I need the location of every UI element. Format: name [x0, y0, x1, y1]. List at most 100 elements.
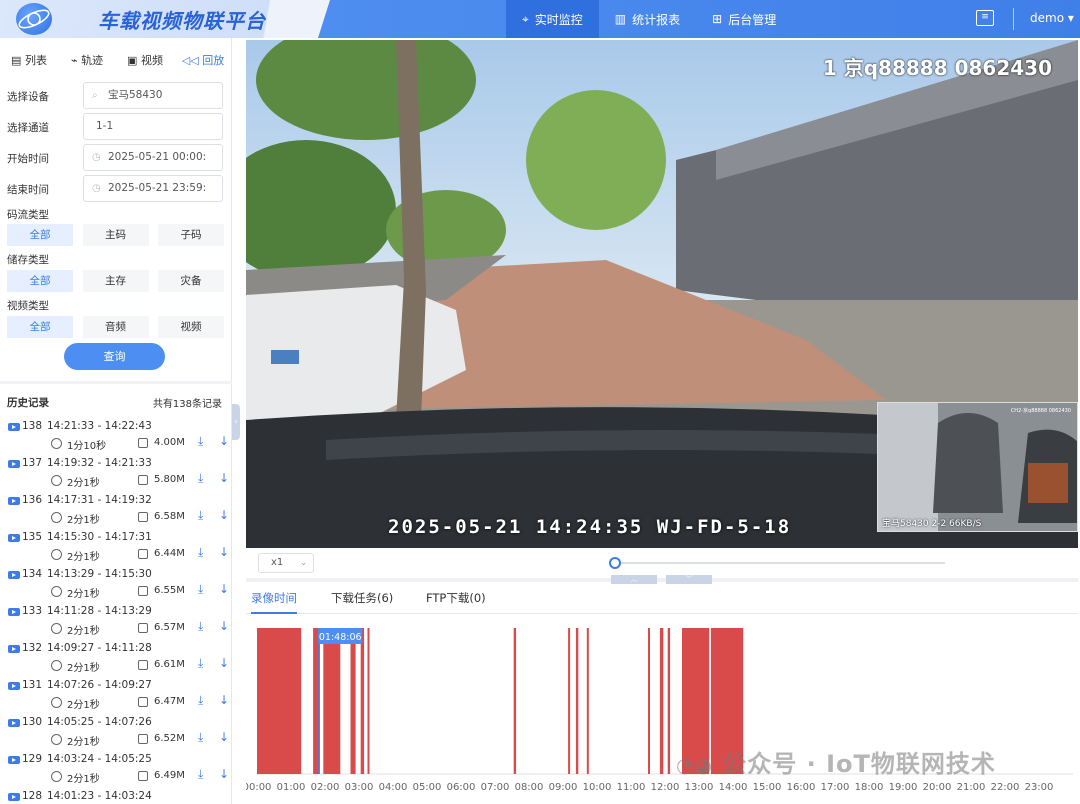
tab-ftp-download[interactable]: FTP下载(0) — [426, 590, 486, 612]
video-player[interactable]: 1 京q88888 0862430 2025-05-21 14:24:35 WJ… — [246, 40, 1078, 548]
record-segment-bar[interactable] — [360, 628, 365, 774]
download-to-server-icon[interactable]: ⤓ — [198, 693, 203, 708]
storage-type-main[interactable]: 主存 — [82, 270, 149, 292]
record-segment-bar[interactable] — [323, 628, 341, 774]
nav-realtime-monitor[interactable]: ⌖ 实时监控 — [506, 0, 599, 38]
user-menu[interactable]: demo ▾ — [1030, 11, 1074, 25]
nav-backend-admin[interactable]: ⊞ 后台管理 — [696, 0, 792, 38]
tab-label: 视频 — [140, 54, 163, 67]
progress-thumb[interactable] — [609, 557, 621, 569]
download-icon[interactable]: ↓ — [219, 582, 229, 596]
download-icon[interactable]: ↓ — [219, 693, 229, 707]
tab-playback[interactable]: ◁◁ 回放 — [174, 52, 232, 68]
history-record[interactable]: 136 14:17:31 - 14:19:32 2分1秒 6.58M ⤓ ↓ — [0, 492, 232, 529]
timeline-hour-label: 03:00 — [345, 782, 374, 793]
device-select[interactable]: ⌕ 宝马58430 — [83, 82, 223, 109]
download-icon[interactable]: ↓ — [219, 545, 229, 559]
channel-select[interactable]: 1-1 — [83, 113, 223, 140]
download-to-server-icon[interactable]: ⤓ — [198, 471, 203, 486]
timeline-hour-label: 09:00 — [549, 782, 578, 793]
download-to-server-icon[interactable]: ⤓ — [198, 434, 203, 449]
tab-label: 轨迹 — [81, 54, 104, 67]
tab-download-tasks[interactable]: 下载任务(6) — [331, 590, 393, 612]
download-icon[interactable]: ↓ — [219, 730, 229, 744]
download-to-server-icon[interactable]: ⤓ — [198, 545, 203, 560]
speed-select[interactable]: x1 ⌄ — [258, 553, 314, 573]
record-segment-bar[interactable] — [586, 628, 589, 774]
sidebar-collapse-handle[interactable]: ‹ — [232, 404, 240, 440]
tab-record-time[interactable]: 录像时间 — [251, 590, 297, 614]
nav-statistics-report[interactable]: ▥ 统计报表 — [599, 0, 696, 38]
start-time-input[interactable]: ◷ 2025-05-21 00:00: — [83, 144, 223, 171]
storage-type-backup[interactable]: 灾备 — [158, 270, 224, 292]
record-segment-bar[interactable] — [659, 628, 664, 774]
video-type-audio[interactable]: 音频 — [82, 316, 149, 338]
record-segment-bar[interactable] — [648, 628, 650, 774]
timeline-hour-label: 05:00 — [413, 782, 442, 793]
history-record[interactable]: 138 14:21:33 - 14:22:43 1分10秒 4.00M ⤓ ↓ — [0, 418, 232, 455]
device-value: 宝马58430 — [108, 89, 163, 101]
download-icon[interactable]: ↓ — [219, 656, 229, 670]
download-icon[interactable]: ↓ — [219, 619, 229, 633]
download-icon[interactable]: ↓ — [219, 508, 229, 522]
speed-value: x1 — [271, 557, 284, 568]
end-time-input[interactable]: ◷ 2025-05-21 23:59: — [83, 175, 223, 202]
stream-type-all[interactable]: 全部 — [7, 224, 73, 246]
collapse-down-button[interactable]: ﹀ — [666, 575, 712, 584]
storage-type-all[interactable]: 全部 — [7, 270, 73, 292]
stream-type-sub[interactable]: 子码 — [158, 224, 224, 246]
record-segment-bar[interactable] — [350, 628, 356, 774]
history-record[interactable]: 132 14:09:27 - 14:11:28 2分1秒 6.61M ⤓ ↓ — [0, 640, 232, 677]
history-record[interactable]: 130 14:05:25 - 14:07:26 2分1秒 6.52M ⤓ ↓ — [0, 714, 232, 751]
history-record[interactable]: 133 14:11:28 - 14:13:29 2分1秒 6.57M ⤓ ↓ — [0, 603, 232, 640]
tab-list[interactable]: ▤ 列表 — [0, 52, 58, 68]
timeline-hour-label: 00:00 — [246, 782, 271, 793]
record-segment-bar[interactable] — [575, 628, 579, 774]
download-to-server-icon[interactable]: ⤓ — [198, 619, 203, 634]
video-type-video[interactable]: 视频 — [158, 316, 224, 338]
record-segment-bar[interactable] — [513, 628, 517, 774]
tab-track[interactable]: ⌁ 轨迹 — [58, 52, 116, 68]
clock-icon — [51, 623, 62, 634]
chevron-down-icon: ⌄ — [300, 558, 307, 567]
download-to-server-icon[interactable]: ⤓ — [198, 508, 203, 523]
download-to-server-icon[interactable]: ⤓ — [198, 767, 203, 782]
record-segment-bar[interactable] — [568, 628, 571, 774]
stream-type-main[interactable]: 主码 — [82, 224, 149, 246]
record-size: 6.47M — [154, 696, 185, 707]
record-duration: 2分1秒 — [67, 589, 100, 600]
video-type-all[interactable]: 全部 — [7, 316, 73, 338]
history-record[interactable]: 134 14:13:29 - 14:15:30 2分1秒 6.55M ⤓ ↓ — [0, 566, 232, 603]
history-record[interactable]: 129 14:03:24 - 14:05:25 2分1秒 6.49M ⤓ ↓ — [0, 751, 232, 788]
rewind-icon: ◁◁ — [181, 54, 199, 67]
disk-icon — [138, 475, 148, 485]
history-record[interactable]: 135 14:15:30 - 14:17:31 2分1秒 6.44M ⤓ ↓ — [0, 529, 232, 566]
timeline-hour-label: 10:00 — [583, 782, 612, 793]
history-record[interactable]: 128 14:01:23 - 14:03:24 — [0, 788, 232, 804]
download-to-server-icon[interactable]: ⤓ — [198, 730, 203, 745]
record-time-range: 14:19:32 - 14:21:33 — [47, 457, 152, 469]
record-segment-bar[interactable] — [367, 628, 370, 774]
record-segment-bar[interactable] — [667, 628, 671, 774]
history-record[interactable]: 131 14:07:26 - 14:09:27 2分1秒 6.47M ⤓ ↓ — [0, 677, 232, 714]
download-to-server-icon[interactable]: ⤓ — [198, 656, 203, 671]
progress-track[interactable] — [611, 562, 945, 564]
record-time-range: 14:21:33 - 14:22:43 — [47, 420, 152, 432]
video-camera-icon — [8, 423, 20, 431]
collapse-up-button[interactable]: ︿ — [611, 575, 657, 584]
message-icon[interactable]: ≡ — [976, 10, 994, 26]
pip-video[interactable]: CH2-京q88888 0862430 宝马58430 2-2 66KB/S — [877, 402, 1078, 532]
history-record[interactable]: 137 14:19:32 - 14:21:33 2分1秒 5.80M ⤓ ↓ — [0, 455, 232, 492]
download-icon[interactable]: ↓ — [219, 767, 229, 781]
disk-icon — [138, 549, 148, 559]
download-to-server-icon[interactable]: ⤓ — [198, 582, 203, 597]
download-icon[interactable]: ↓ — [219, 434, 229, 448]
download-icon[interactable]: ↓ — [219, 471, 229, 485]
query-button[interactable]: 查询 — [64, 343, 165, 370]
record-size: 6.58M — [154, 511, 185, 522]
video-camera-icon — [8, 793, 20, 801]
tab-video[interactable]: ▣ 视频 — [116, 52, 174, 68]
record-segment-bar[interactable] — [257, 628, 302, 774]
timeline-hour-label: 19:00 — [889, 782, 918, 793]
record-segment-bar[interactable] — [313, 628, 320, 774]
